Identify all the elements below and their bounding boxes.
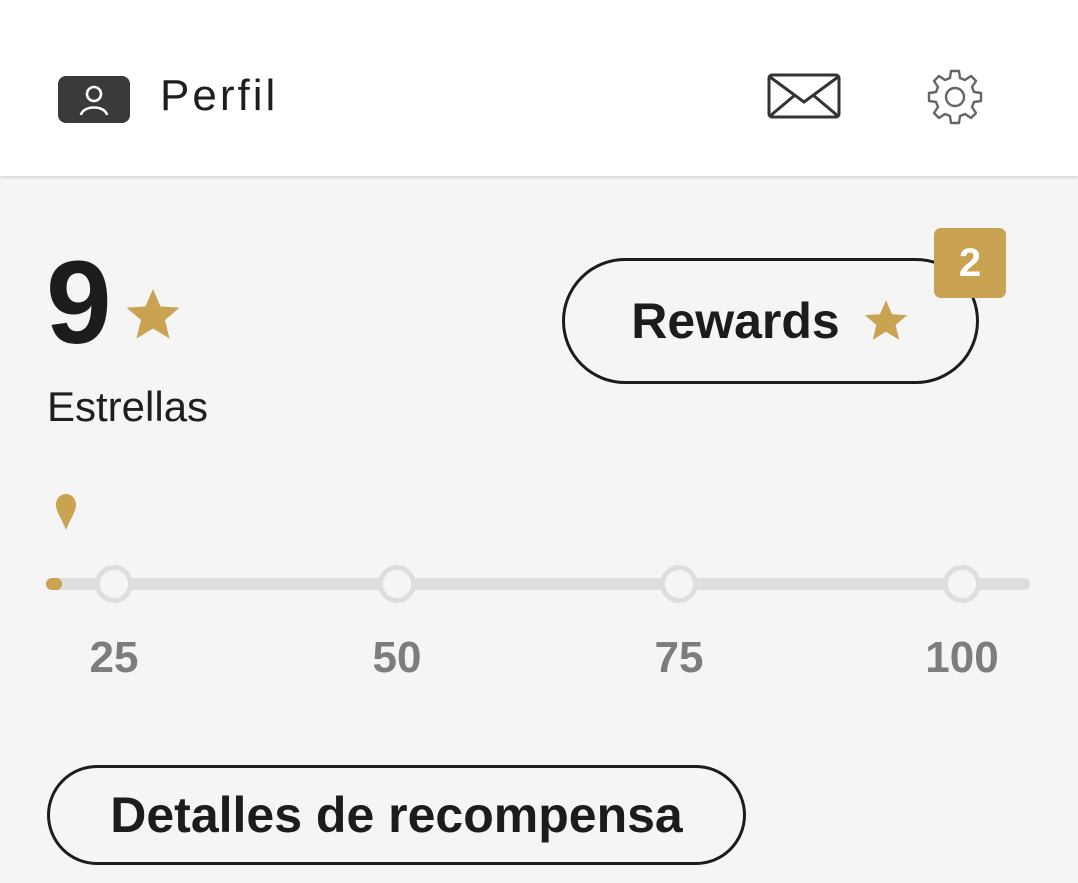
stars-label: Estrellas <box>47 383 209 430</box>
progress-fill <box>46 578 62 590</box>
progress-track <box>46 578 1030 590</box>
milestone-label-75: 75 <box>654 633 704 682</box>
reward-details-button[interactable]: Detalles de recompensa <box>47 765 746 865</box>
rewards-badge: 2 <box>934 228 1006 298</box>
person-icon[interactable] <box>58 76 130 123</box>
star-count: 9 <box>46 237 112 369</box>
rewards-button[interactable]: Rewards <box>562 258 979 384</box>
milestone-50 <box>378 565 416 603</box>
milestone-25 <box>95 565 133 603</box>
page-title: Perfil <box>160 71 279 120</box>
star-icon <box>864 300 907 340</box>
envelope-icon[interactable] <box>767 72 843 120</box>
gear-icon[interactable] <box>926 68 984 126</box>
milestone-label-25: 25 <box>89 633 139 682</box>
milestone-75 <box>660 565 698 603</box>
milestone-label-50: 50 <box>372 633 422 682</box>
star-icon <box>126 289 180 339</box>
top-bar: Perfil <box>0 0 1078 176</box>
milestone-100 <box>943 565 981 603</box>
rewards-label: Rewards <box>631 293 840 349</box>
milestone-label-100: 100 <box>925 633 999 682</box>
location-pin-icon <box>56 494 76 530</box>
